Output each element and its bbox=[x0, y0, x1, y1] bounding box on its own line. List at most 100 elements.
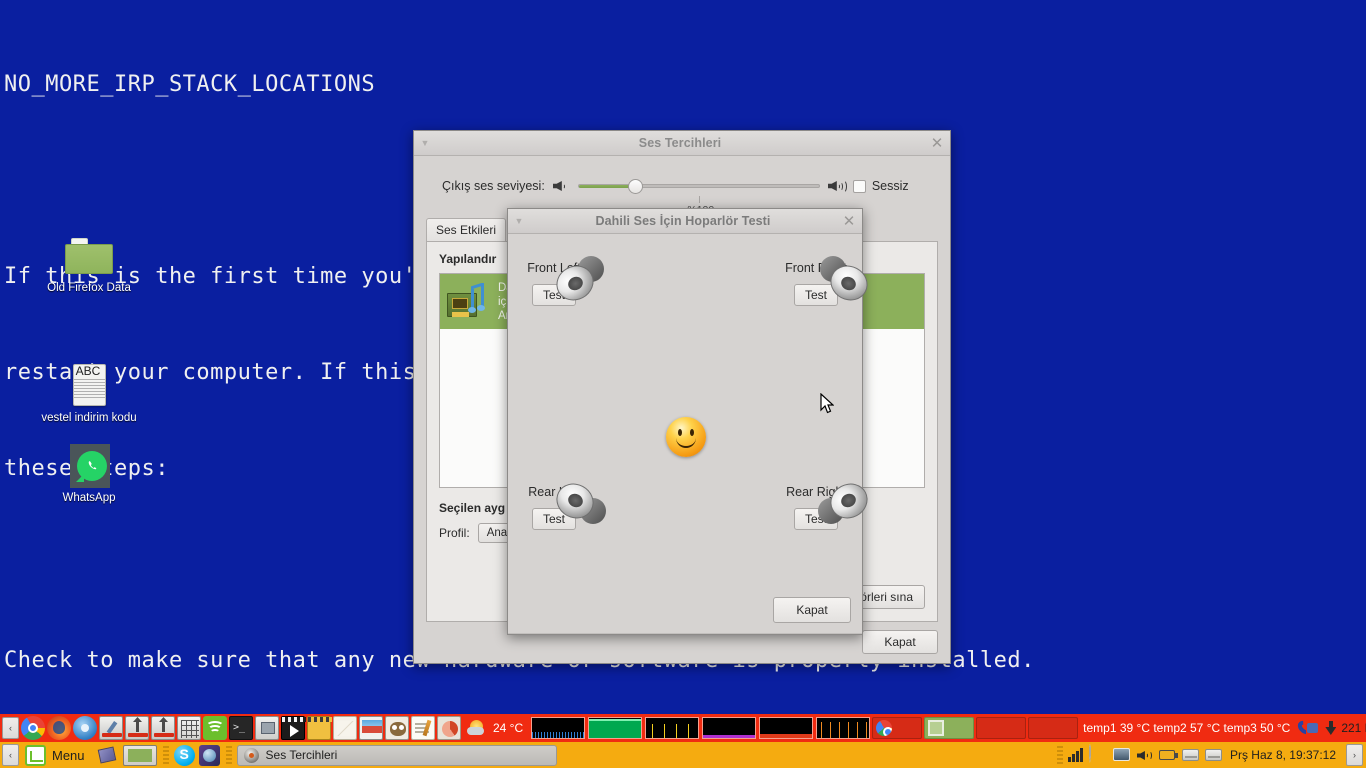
close-icon[interactable]: ✕ bbox=[924, 135, 950, 151]
disk-icon[interactable] bbox=[1181, 745, 1201, 765]
launcher-document-icon[interactable] bbox=[333, 716, 357, 740]
launcher-disk-utility-icon[interactable] bbox=[99, 716, 123, 740]
display-icon[interactable] bbox=[1112, 745, 1132, 765]
menu-button-label[interactable]: Menu bbox=[52, 748, 85, 763]
tab-ses-etkileri[interactable]: Ses Etkileri bbox=[426, 218, 507, 242]
network-monitor-icon[interactable] bbox=[1295, 718, 1319, 737]
memory-graph[interactable] bbox=[588, 717, 643, 739]
launcher-calculator-icon[interactable] bbox=[177, 716, 201, 740]
bottom-panel: ‹ Menu Ses Tercihleri Prş Haz 8, 19:37:1… bbox=[0, 742, 1366, 768]
show-desktop-icon[interactable] bbox=[122, 744, 157, 766]
top-panel: ‹ >_ 24 °C temp1 39 °C temp2 57 °C temp3 bbox=[0, 714, 1366, 742]
text-document-icon: ABC bbox=[65, 362, 113, 410]
speaker-test-titlebar[interactable]: ▼ Dahili Ses İçin Hoparlör Testi ✕ bbox=[508, 209, 862, 234]
signal-bars-icon[interactable] bbox=[1066, 745, 1086, 765]
launcher-video-editor-icon[interactable] bbox=[307, 716, 332, 740]
speaker-high-icon bbox=[827, 179, 847, 193]
launcher-notes-icon[interactable] bbox=[411, 716, 435, 740]
close-icon[interactable]: ✕ bbox=[836, 213, 862, 229]
swap-graph[interactable] bbox=[702, 717, 757, 739]
panel-collapse-left-button[interactable]: ‹ bbox=[2, 717, 19, 739]
window-button-4[interactable] bbox=[1028, 717, 1079, 739]
desktop-icon-label: Old Firefox Data bbox=[47, 282, 131, 294]
update-shield-icon[interactable] bbox=[1088, 744, 1109, 765]
disk-graph[interactable] bbox=[816, 717, 871, 739]
weather-temperature: 24 °C bbox=[493, 721, 524, 735]
load-graph[interactable] bbox=[759, 717, 814, 739]
battery-icon[interactable] bbox=[1158, 745, 1178, 765]
launcher-spotify-icon[interactable] bbox=[203, 716, 227, 740]
channel-rear-left: Rear Left Test bbox=[494, 477, 614, 530]
launcher-usb-drive-2-icon[interactable] bbox=[151, 716, 175, 740]
download-rate: 221 B/s bbox=[1341, 721, 1366, 735]
launcher-screen-mirror-icon[interactable] bbox=[255, 716, 279, 740]
channel-front-left: Front Left Test bbox=[494, 256, 614, 307]
sound-prefs-icon bbox=[243, 747, 259, 763]
desktop-icon-old-firefox-data[interactable]: Old Firefox Data bbox=[34, 232, 144, 295]
cpu-graph[interactable] bbox=[531, 717, 586, 739]
task-button-label: Ses Tercihleri bbox=[265, 748, 338, 762]
channel-front-right: Front Right Test bbox=[756, 256, 876, 307]
launcher-presentation-icon[interactable] bbox=[437, 716, 461, 740]
app-icon[interactable] bbox=[198, 744, 220, 766]
mute-checkbox[interactable] bbox=[852, 179, 866, 193]
download-arrow-icon bbox=[1325, 721, 1336, 735]
channel-label: Rear Left bbox=[528, 485, 580, 499]
folder-icon bbox=[65, 232, 113, 280]
mouse-cursor bbox=[820, 393, 834, 414]
profile-label: Profil: bbox=[439, 526, 470, 540]
desktop-icon-vestel-indirim-kodu[interactable]: ABC vestel indirim kodu bbox=[34, 362, 144, 425]
channel-rear-right: Rear Right Test bbox=[756, 477, 876, 530]
panel-collapse-left-button[interactable]: ‹ bbox=[2, 744, 19, 766]
weather-icon[interactable] bbox=[466, 718, 488, 738]
network-graph[interactable] bbox=[645, 717, 700, 739]
close-button[interactable]: Kapat bbox=[773, 597, 851, 623]
close-button[interactable]: Kapat bbox=[862, 630, 938, 654]
window-menu-icon[interactable]: ▼ bbox=[414, 138, 436, 148]
bsod-error-name: NO_MORE_IRP_STACK_LOCATIONS bbox=[4, 72, 376, 97]
window-icon bbox=[928, 720, 945, 736]
launcher-gimp-icon[interactable] bbox=[385, 716, 409, 740]
launcher-image-viewer-icon[interactable] bbox=[359, 716, 383, 740]
volume-icon[interactable] bbox=[1135, 745, 1155, 765]
window-button-active[interactable] bbox=[924, 717, 975, 739]
sound-preferences-titlebar[interactable]: ▼ Ses Tercihleri ✕ bbox=[414, 131, 950, 156]
mute-checkbox-row[interactable]: Sessiz bbox=[852, 179, 909, 193]
disk-icon[interactable] bbox=[1204, 745, 1224, 765]
panel-separator bbox=[162, 746, 169, 764]
task-button-ses-tercihleri[interactable]: Ses Tercihleri bbox=[236, 744, 557, 766]
launcher-chromium-icon[interactable] bbox=[73, 716, 97, 740]
desktop-icon-label: WhatsApp bbox=[62, 492, 116, 504]
skype-icon[interactable] bbox=[173, 744, 195, 766]
tray-separator bbox=[1056, 746, 1063, 764]
sound-preferences-title: Ses Tercihleri bbox=[638, 136, 722, 150]
speaker-low-icon bbox=[552, 179, 570, 193]
mute-label: Sessiz bbox=[871, 179, 909, 193]
clock[interactable]: Prş Haz 8, 19:37:12 bbox=[1230, 748, 1336, 762]
whatsapp-icon bbox=[65, 442, 113, 490]
panel-collapse-right-button[interactable]: › bbox=[1346, 744, 1363, 766]
chrome-window-icon bbox=[876, 720, 893, 736]
linux-mint-menu-icon[interactable] bbox=[25, 744, 46, 766]
launcher-usb-drive-1-icon[interactable] bbox=[125, 716, 149, 740]
speaker-test-dialog[interactable]: ▼ Dahili Ses İçin Hoparlör Testi ✕ Front… bbox=[507, 208, 874, 635]
launcher-video-player-icon[interactable] bbox=[281, 716, 306, 740]
speaker-test-title: Dahili Ses İçin Hoparlör Testi bbox=[595, 214, 771, 228]
desktop-icon-whatsapp[interactable]: WhatsApp bbox=[34, 442, 144, 505]
panel-separator bbox=[225, 746, 232, 764]
cpu-monitor-icon[interactable] bbox=[96, 745, 119, 766]
output-volume-label: Çıkış ses seviyesi: bbox=[442, 179, 545, 193]
divider bbox=[508, 633, 862, 634]
window-button-3[interactable] bbox=[976, 717, 1027, 739]
window-menu-icon[interactable]: ▼ bbox=[508, 216, 530, 226]
listener-smiley-icon bbox=[666, 417, 706, 457]
output-volume-slider[interactable]: %100 bbox=[577, 177, 820, 216]
launcher-google-chrome-icon[interactable] bbox=[21, 716, 45, 740]
output-volume-row: Çıkış ses seviyesi: %100 Sessiz bbox=[442, 177, 938, 216]
window-button-chrome[interactable] bbox=[872, 717, 923, 739]
sensor-temperatures: temp1 39 °C temp2 57 °C temp3 50 °C bbox=[1083, 721, 1291, 735]
launcher-firefox-icon[interactable] bbox=[47, 716, 71, 740]
slider-handle[interactable] bbox=[627, 179, 643, 194]
launcher-terminal-icon[interactable]: >_ bbox=[229, 716, 253, 740]
sound-card-icon bbox=[445, 279, 491, 325]
